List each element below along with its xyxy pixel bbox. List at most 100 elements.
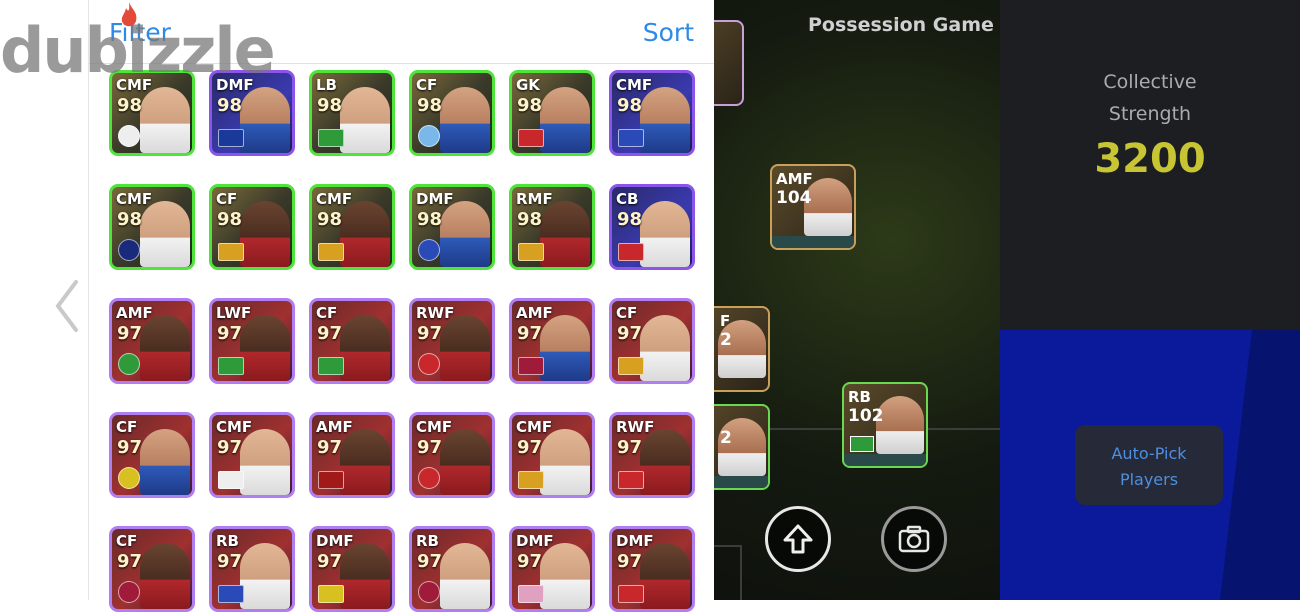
player-portrait [540,87,590,153]
filter-button[interactable]: Filter [109,18,171,47]
rating-label: 98 [517,209,543,230]
player-portrait [340,429,390,495]
club-badge [518,357,544,375]
player-card[interactable]: DMF 97 [509,526,595,612]
player-portrait [440,201,490,267]
player-card[interactable]: DMF 97 [609,526,695,612]
rating-label: 97 [617,323,643,344]
player-card[interactable]: CMF 98 [609,70,695,156]
player-portrait [640,429,690,495]
player-card[interactable]: CMF 97 [509,412,595,498]
player-card[interactable]: RWF 97 [409,298,495,384]
player-list-panel: Filter Sort CMF 98 DMF 98 LB 98 CF 98 GK 98 CMF 98 C… [88,0,715,612]
field-player-card-rb[interactable]: RB 102 [842,382,928,468]
player-portrait [540,429,590,495]
player-card[interactable]: CMF 97 [209,412,295,498]
club-badge [518,585,544,603]
player-card[interactable]: AMF 97 [109,298,195,384]
player-portrait [240,87,290,153]
player-portrait [140,315,190,381]
pitch-line [714,545,742,547]
club-badge [318,243,344,261]
player-card[interactable]: AMF 97 [509,298,595,384]
player-card[interactable]: CF 97 [109,526,195,612]
player-card[interactable]: DMF 98 [209,70,295,156]
position-label: CMF [516,418,553,436]
player-card[interactable]: GK 98 [509,70,595,156]
field-player-card-partial[interactable]: 2 [714,404,770,490]
camera-button[interactable] [881,506,947,572]
club-badge [318,585,344,603]
camera-icon [898,525,930,553]
rating-label: 98 [317,95,343,116]
rating-label: 97 [117,323,143,344]
club-badge [518,243,544,261]
field-player-card-amf[interactable]: AMF 104 [770,164,856,250]
player-card[interactable]: DMF 98 [409,184,495,270]
position-label: CMF [116,76,153,94]
rating-label: 102 [848,406,884,426]
club-badge [318,471,344,489]
player-card[interactable]: LWF 97 [209,298,295,384]
player-portrait [140,429,190,495]
rating-label: 2 [720,330,732,350]
player-card[interactable]: AMF 97 [309,412,395,498]
collective-strength-value: 3200 [1094,136,1206,182]
player-card[interactable]: CB 98 [609,184,695,270]
club-badge [118,125,140,147]
club-badge [218,471,244,489]
player-portrait [440,543,490,609]
rating-label: 98 [417,209,443,230]
upload-button[interactable] [765,506,831,572]
player-card[interactable]: RB 97 [409,526,495,612]
rating-label: 104 [776,188,812,208]
position-label: CMF [116,190,153,208]
player-portrait [240,543,290,609]
player-card[interactable]: DMF 97 [309,526,395,612]
club-badge [418,353,440,375]
chevron-left-icon[interactable] [52,278,82,334]
rating-label: 97 [217,323,243,344]
position-label: DMF [416,190,454,208]
player-portrait [540,543,590,609]
player-portrait [640,315,690,381]
player-card[interactable]: RB 97 [209,526,295,612]
player-card[interactable]: CF 98 [409,70,495,156]
rating-label: 97 [417,323,443,344]
field-player-card[interactable] [714,20,744,106]
club-badge [618,129,644,147]
player-card[interactable]: CF 97 [609,298,695,384]
club-badge [618,471,644,489]
player-card[interactable]: RWF 97 [609,412,695,498]
card-footer [772,236,854,248]
rating-label: 97 [117,551,143,572]
player-card[interactable]: CF 97 [109,412,195,498]
player-card[interactable]: CF 97 [309,298,395,384]
player-card[interactable]: CMF 97 [409,412,495,498]
rating-label: 97 [317,323,343,344]
player-card[interactable]: LB 98 [309,70,395,156]
collective-strength-label: Collective Strength [1103,71,1197,125]
player-portrait [140,543,190,609]
player-portrait [140,87,190,153]
position-label: CF [416,76,438,94]
sort-button[interactable]: Sort [643,18,694,47]
player-portrait [440,87,490,153]
rating-label: 97 [317,437,343,458]
position-label: CMF [316,190,353,208]
position-label: RB [416,532,439,550]
player-card[interactable]: CMF 98 [309,184,395,270]
player-card[interactable]: CF 98 [209,184,295,270]
rating-label: 98 [417,95,443,116]
player-card[interactable]: RMF 98 [509,184,595,270]
player-card[interactable]: CMF 98 [109,70,195,156]
position-label: CF [616,304,638,322]
field-player-card-partial[interactable]: F 2 [714,306,770,392]
position-label: DMF [516,532,554,550]
rating-label: 98 [117,95,143,116]
auto-pick-players-button[interactable]: Auto-Pick Players [1075,425,1223,505]
position-label: CMF [216,418,253,436]
player-card[interactable]: CMF 98 [109,184,195,270]
game-mode-title: Possession Game [808,14,994,36]
flag-badge [850,436,874,452]
